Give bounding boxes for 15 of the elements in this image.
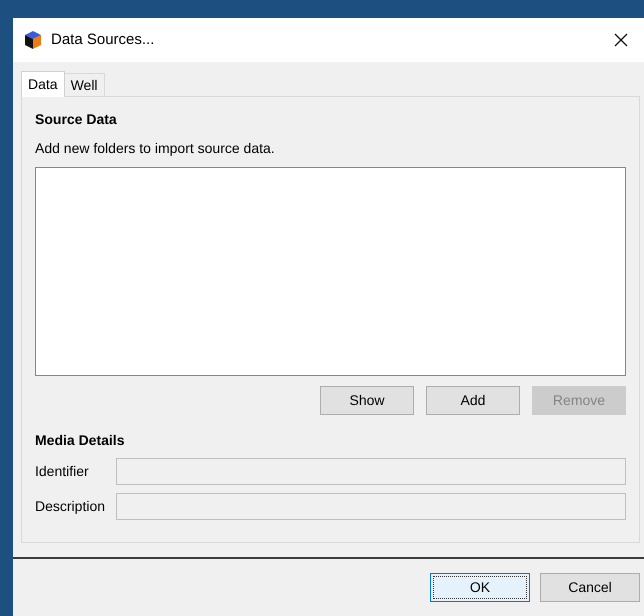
tab[interactable]: Data	[21, 71, 65, 97]
ok-button[interactable]: OK	[430, 573, 530, 602]
add-button[interactable]: Add	[426, 386, 520, 415]
hint-text: Add new folders to import source data.	[35, 139, 276, 158]
close-icon	[614, 33, 628, 47]
cube-icon	[23, 30, 43, 50]
field-label: Description	[35, 497, 106, 516]
cancel-button[interactable]: Cancel	[540, 573, 640, 602]
window-title: Data Sources...	[51, 30, 154, 50]
tab[interactable]: Well	[64, 73, 105, 96]
section-heading: Media Details	[35, 431, 126, 450]
show-button[interactable]: Show	[320, 386, 414, 415]
section-heading: Source Data	[35, 110, 118, 129]
field-label: Identifier	[35, 462, 90, 481]
source-list[interactable]	[35, 167, 626, 376]
